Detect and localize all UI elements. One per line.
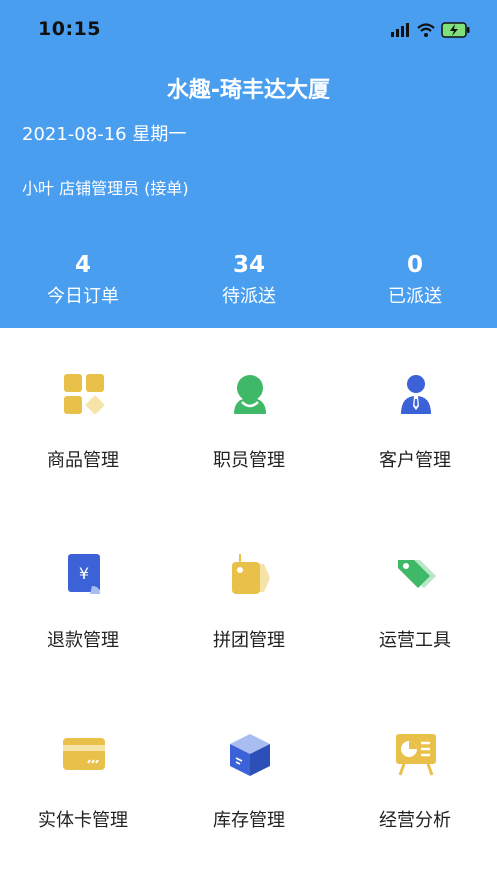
analysis-board-icon: [396, 734, 436, 776]
stat-value: 0: [406, 252, 423, 278]
stat-label: 今日订单: [47, 286, 119, 307]
header: 10:15 水趣-琦丰达大厦 2021-08-16 星期一 小叶 店铺管理员 (…: [0, 0, 497, 328]
menu-item-product-management[interactable]: 商品管理: [0, 328, 166, 508]
order-stats: 4 今日订单 34 待派送 0 已派送: [0, 250, 497, 314]
status-time: 10:15: [38, 18, 101, 40]
battery-charging-icon: [441, 22, 470, 38]
menu-item-inventory-management[interactable]: 库存管理: [166, 688, 332, 868]
menu-item-label: 客户管理: [379, 450, 451, 471]
management-menu-grid: 商品管理 职员管理 客户管理 ¥ 退款管理 拼团管理 运营工具 实体卡管理 库存…: [0, 328, 497, 883]
wifi-icon: [417, 23, 435, 37]
stat-value: 4: [74, 252, 91, 278]
card-icon: [63, 738, 105, 770]
menu-item-customer-management[interactable]: 客户管理: [332, 328, 497, 508]
stat-delivered[interactable]: 0 已派送: [332, 250, 497, 312]
refund-icon: ¥: [68, 554, 100, 594]
menu-item-operation-tools[interactable]: 运营工具: [332, 508, 497, 688]
menu-item-group-buy-management[interactable]: 拼团管理: [166, 508, 332, 688]
menu-item-refund-management[interactable]: ¥ 退款管理: [0, 508, 166, 688]
menu-item-staff-management[interactable]: 职员管理: [166, 328, 332, 508]
stat-pending-delivery[interactable]: 34 待派送: [166, 250, 332, 312]
menu-item-label: 商品管理: [47, 450, 119, 471]
operation-tag-icon: [398, 560, 436, 588]
menu-item-label: 实体卡管理: [38, 810, 128, 831]
staff-icon: [234, 375, 266, 414]
user-role: 小叶 店铺管理员 (接单): [22, 179, 189, 198]
inventory-box-icon: [230, 734, 270, 776]
date-weekday: 2021-08-16 星期一: [22, 124, 187, 145]
signal-icon: [391, 23, 409, 37]
svg-text:¥: ¥: [79, 564, 89, 583]
product-grid-icon: [64, 374, 105, 415]
menu-item-label: 退款管理: [47, 630, 119, 651]
customer-icon: [401, 375, 431, 414]
status-icons: [391, 20, 471, 40]
menu-item-label: 运营工具: [379, 630, 451, 651]
stat-label: 已派送: [388, 286, 442, 307]
menu-item-label: 经营分析: [379, 810, 451, 831]
store-name: 水趣-琦丰达大厦: [166, 78, 331, 103]
stat-today-orders[interactable]: 4 今日订单: [0, 250, 166, 312]
menu-item-business-analysis[interactable]: 经营分析: [332, 688, 497, 868]
menu-item-physical-card-management[interactable]: 实体卡管理: [0, 688, 166, 868]
menu-item-label: 库存管理: [213, 810, 285, 831]
stat-label: 待派送: [222, 286, 276, 307]
group-buy-tag-icon: [232, 554, 270, 594]
stat-value: 34: [232, 252, 265, 278]
menu-item-label: 拼团管理: [213, 630, 285, 651]
menu-item-label: 职员管理: [213, 450, 285, 471]
